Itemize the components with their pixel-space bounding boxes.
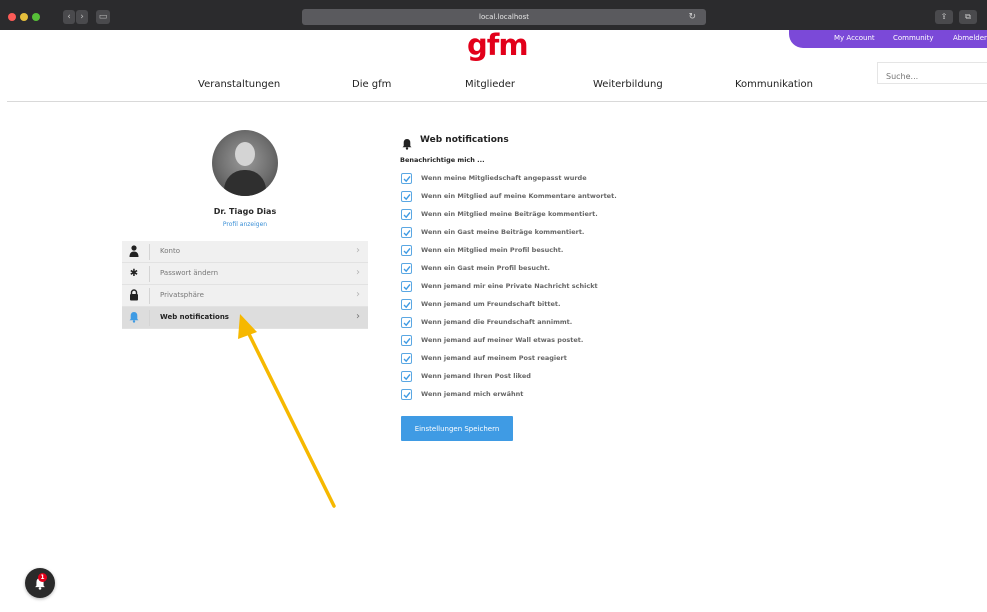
notification-option: Wenn ein Gast meine Beiträge kommentiert… bbox=[401, 225, 721, 243]
checkbox[interactable] bbox=[401, 209, 412, 220]
view-profile-link[interactable]: Profil anzeigen bbox=[166, 221, 324, 228]
checkbox-label: Wenn ein Mitglied auf meine Kommentare a… bbox=[421, 192, 617, 200]
chevron-right-icon: › bbox=[356, 289, 360, 300]
checkbox-label: Wenn ein Mitglied mein Profil besucht. bbox=[421, 246, 564, 254]
checkbox-label: Wenn jemand auf meiner Wall etwas postet… bbox=[421, 336, 584, 344]
my-account-link[interactable]: My Account bbox=[834, 34, 875, 42]
save-settings-button[interactable]: Einstellungen Speichern bbox=[401, 416, 513, 441]
checkbox[interactable] bbox=[401, 191, 412, 202]
menu-separator bbox=[149, 244, 150, 260]
menu-separator bbox=[149, 310, 150, 326]
checkbox-label: Wenn ein Mitglied meine Beiträge komment… bbox=[421, 210, 598, 218]
notification-option: Wenn ein Gast mein Profil besucht. bbox=[401, 261, 721, 279]
checkbox-label: Wenn meine Mitgliedschaft angepasst wurd… bbox=[421, 174, 587, 182]
logout-link[interactable]: Abmelden bbox=[953, 34, 987, 42]
community-link[interactable]: Community bbox=[893, 34, 934, 42]
menu-item-label: Passwort ändern bbox=[160, 269, 219, 277]
notification-option: Wenn meine Mitgliedschaft angepasst wurd… bbox=[401, 171, 721, 189]
checkbox[interactable] bbox=[401, 371, 412, 382]
chevron-left-icon[interactable]: ‹ bbox=[63, 10, 75, 24]
asterisk-icon: ✱ bbox=[129, 268, 139, 279]
checkbox-label: Wenn jemand um Freundschaft bittet. bbox=[421, 300, 561, 308]
menu-item-web-notifications[interactable]: Web notifications › bbox=[122, 307, 368, 329]
checkbox-label: Wenn jemand Ihren Post liked bbox=[421, 372, 531, 380]
url-text: local.localhost bbox=[479, 13, 529, 21]
nav-die-gfm[interactable]: Die gfm bbox=[352, 79, 391, 90]
menu-item-label: Privatsphäre bbox=[160, 291, 204, 299]
bell-icon bbox=[401, 135, 413, 150]
chevron-right-icon: › bbox=[356, 311, 360, 322]
menu-item-label: Web notifications bbox=[160, 313, 229, 321]
reload-icon[interactable]: ↻ bbox=[688, 9, 696, 25]
notification-option: Wenn jemand mich erwähnt bbox=[401, 387, 721, 405]
checkbox-label: Wenn jemand mir eine Private Nachricht s… bbox=[421, 282, 598, 290]
search-input[interactable] bbox=[877, 62, 987, 84]
notification-options: Wenn meine Mitgliedschaft angepasst wurd… bbox=[401, 171, 721, 405]
close-window-button[interactable] bbox=[8, 13, 16, 21]
settings-menu: Konto › ✱ Passwort ändern › Privatsphäre… bbox=[122, 241, 368, 329]
bell-icon bbox=[129, 311, 139, 324]
notification-option: Wenn jemand um Freundschaft bittet. bbox=[401, 297, 721, 315]
section-title: Web notifications bbox=[420, 135, 509, 145]
notification-option: Wenn jemand auf meiner Wall etwas postet… bbox=[401, 333, 721, 351]
tabs-icon[interactable]: ⧉ bbox=[959, 10, 977, 24]
section-subtitle: Benachrichtige mich ... bbox=[400, 156, 485, 164]
account-bar: My Account Community Abmelden bbox=[789, 30, 987, 48]
floating-notification-button[interactable]: 1 bbox=[25, 568, 55, 598]
minimize-window-button[interactable] bbox=[20, 13, 28, 21]
notification-option: Wenn jemand auf meinem Post reagiert bbox=[401, 351, 721, 369]
notification-badge: 1 bbox=[38, 573, 47, 582]
checkbox[interactable] bbox=[401, 389, 412, 400]
checkbox-label: Wenn ein Gast mein Profil besucht. bbox=[421, 264, 551, 272]
notification-option: Wenn ein Mitglied auf meine Kommentare a… bbox=[401, 189, 721, 207]
checkbox-label: Wenn ein Gast meine Beiträge kommentiert… bbox=[421, 228, 585, 236]
menu-separator bbox=[149, 288, 150, 304]
nav-weiterbildung[interactable]: Weiterbildung bbox=[593, 79, 663, 90]
checkbox-label: Wenn jemand auf meinem Post reagiert bbox=[421, 354, 567, 362]
nav-veranstaltungen[interactable]: Veranstaltungen bbox=[198, 79, 280, 90]
checkbox-label: Wenn jemand mich erwähnt bbox=[421, 390, 524, 398]
address-bar[interactable]: local.localhost ↻ bbox=[302, 9, 706, 25]
nav-kommunikation[interactable]: Kommunikation bbox=[735, 79, 813, 90]
sidebar-icon[interactable]: ▭ bbox=[96, 10, 110, 24]
menu-item-privatsphaere[interactable]: Privatsphäre › bbox=[122, 285, 368, 307]
menu-item-passwort[interactable]: ✱ Passwort ändern › bbox=[122, 263, 368, 285]
lock-icon bbox=[129, 289, 139, 302]
checkbox[interactable] bbox=[401, 317, 412, 328]
nav-mitglieder[interactable]: Mitglieder bbox=[465, 79, 515, 90]
checkbox[interactable] bbox=[401, 353, 412, 364]
chevron-right-icon: › bbox=[356, 267, 360, 278]
nav-divider bbox=[7, 101, 987, 102]
user-icon bbox=[129, 245, 139, 258]
checkbox[interactable] bbox=[401, 299, 412, 310]
browser-toolbar: ‹ › ▭ local.localhost ↻ ⇪ ⧉ bbox=[0, 0, 987, 30]
checkbox[interactable] bbox=[401, 281, 412, 292]
maximize-window-button[interactable] bbox=[32, 13, 40, 21]
notification-option: Wenn ein Mitglied mein Profil besucht. bbox=[401, 243, 721, 261]
menu-item-label: Konto bbox=[160, 247, 180, 255]
chevron-right-icon[interactable]: › bbox=[76, 10, 88, 24]
notification-option: Wenn jemand Ihren Post liked bbox=[401, 369, 721, 387]
avatar[interactable] bbox=[212, 130, 278, 196]
checkbox-label: Wenn jemand die Freundschaft annimmt. bbox=[421, 318, 573, 326]
checkbox[interactable] bbox=[401, 245, 412, 256]
checkbox[interactable] bbox=[401, 173, 412, 184]
menu-separator bbox=[149, 266, 150, 282]
notification-option: Wenn ein Mitglied meine Beiträge komment… bbox=[401, 207, 721, 225]
checkbox[interactable] bbox=[401, 335, 412, 346]
checkbox[interactable] bbox=[401, 263, 412, 274]
notification-option: Wenn jemand die Freundschaft annimmt. bbox=[401, 315, 721, 333]
notification-option: Wenn jemand mir eine Private Nachricht s… bbox=[401, 279, 721, 297]
gfm-logo[interactable]: gfm bbox=[467, 30, 537, 62]
chevron-right-icon: › bbox=[356, 245, 360, 256]
checkbox[interactable] bbox=[401, 227, 412, 238]
menu-item-konto[interactable]: Konto › bbox=[122, 241, 368, 263]
share-icon[interactable]: ⇪ bbox=[935, 10, 953, 24]
profile-name: Dr. Tiago Dias bbox=[213, 207, 277, 216]
